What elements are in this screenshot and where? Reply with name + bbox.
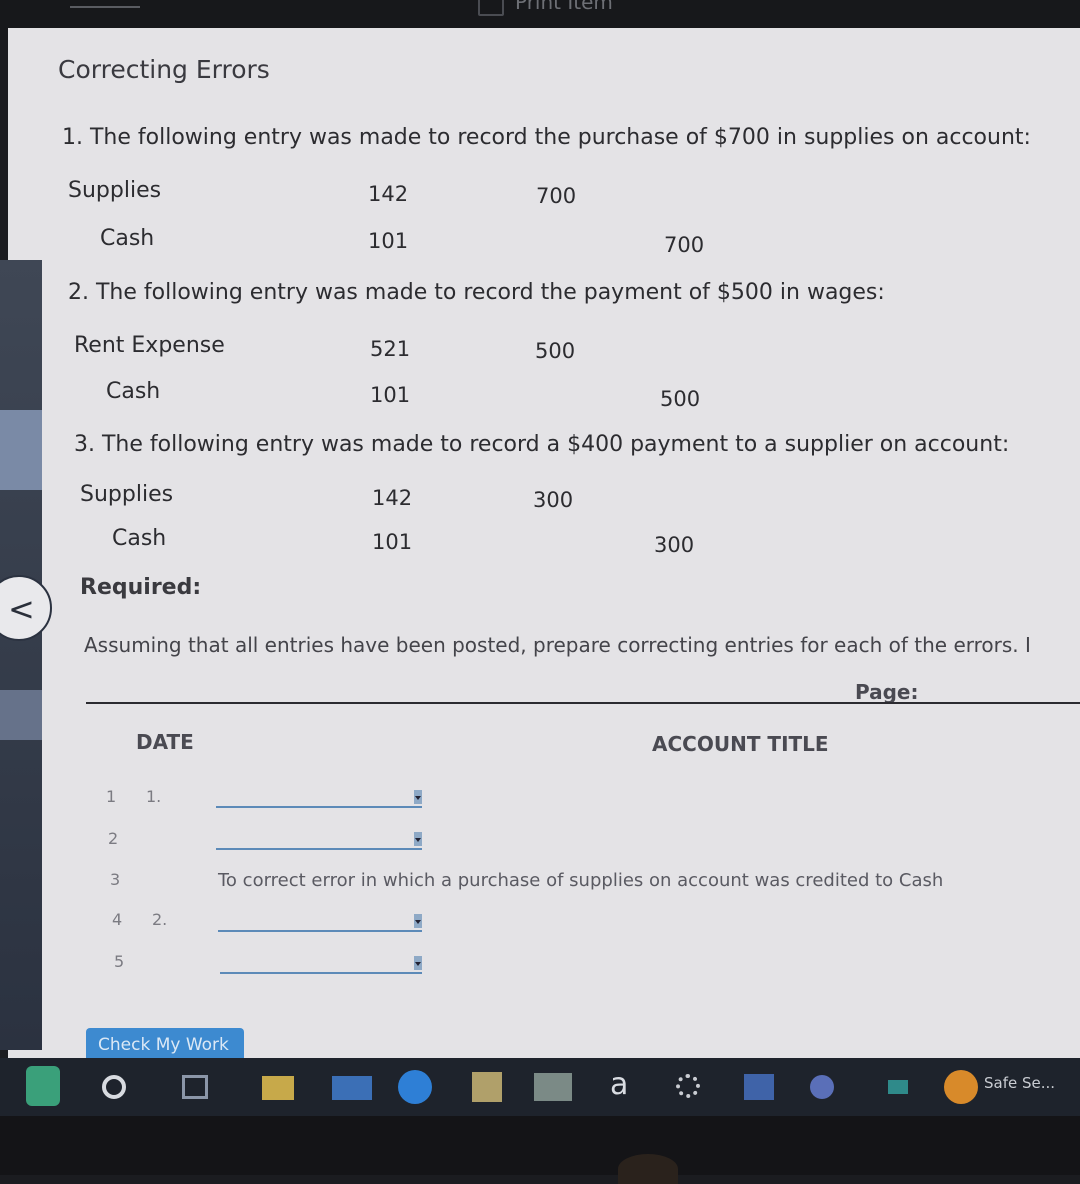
account-title-dropdown-5[interactable] [220,950,422,974]
app-icon[interactable] [26,1066,60,1106]
q1-debit-amount: 700 [536,184,577,208]
date-column-header: DATE [136,730,194,754]
q2-credit-account: Cash [106,379,161,404]
media-player-icon[interactable] [810,1075,834,1099]
journal-page-label: Page: [855,680,919,704]
printer-icon[interactable] [478,0,504,16]
account-title-dropdown-2[interactable] [216,826,422,850]
edge-icon[interactable] [398,1070,432,1104]
q1-credit-account: Cash [100,226,155,251]
settings-icon[interactable] [676,1074,700,1098]
windows-taskbar: a Safe Se... [0,1058,1080,1116]
q3-debit-account: Supplies [80,482,174,507]
assignment-screen [8,28,1080,1058]
q2-debit-account: Rent Expense [74,333,225,358]
cortana-icon[interactable] [102,1075,126,1099]
journal-row-number: 4 [112,910,123,929]
journal-row-number: 1 [106,787,117,806]
amazon-icon[interactable]: a [610,1070,632,1100]
monitor-bezel [0,1116,1080,1184]
q2-debit-ref: 521 [370,337,411,361]
task-view-icon[interactable] [182,1075,208,1099]
check-my-work-button[interactable]: Check My Work [86,1028,244,1058]
journal-explanation-note: To correct error in which a purchase of … [218,870,944,891]
chrome-tab-label: Safe Se... [984,1074,1056,1092]
q3-credit-amount: 300 [654,533,695,557]
q3-debit-ref: 142 [372,486,413,510]
question-3-text: 3. The following entry was made to recor… [74,432,1010,457]
question-2-text: 2. The following entry was made to recor… [68,280,885,305]
required-heading: Required: [80,575,202,600]
account-title-column-header: ACCOUNT TITLE [652,732,829,756]
left-sidebar [0,260,42,1050]
q2-credit-ref: 101 [370,383,411,407]
journal-row-date: 1. [146,787,162,806]
q3-debit-amount: 300 [533,488,574,512]
page-title: Correcting Errors [58,55,270,84]
q1-credit-ref: 101 [368,229,409,253]
q2-debit-amount: 500 [535,339,576,363]
account-title-dropdown-1[interactable] [216,784,422,808]
hp-logo [618,1154,678,1184]
q3-credit-ref: 101 [372,530,413,554]
journal-row-date: 2. [152,910,168,929]
store-icon[interactable] [472,1072,502,1102]
sidebar-highlight-lower [0,690,42,740]
q1-debit-account: Supplies [68,178,162,203]
chevron-down-icon [414,790,422,804]
keyboard-icon[interactable] [888,1080,908,1094]
photos-icon[interactable] [744,1074,774,1100]
chevron-left-icon: < [8,590,35,628]
q3-credit-account: Cash [112,526,167,551]
chevron-down-icon [414,914,422,928]
q1-credit-amount: 700 [664,233,705,257]
chevron-down-icon [414,832,422,846]
chevron-down-icon [414,956,422,970]
mail-icon[interactable] [332,1076,372,1100]
question-1-text: 1. The following entry was made to recor… [62,125,1031,150]
journal-divider [86,702,1080,704]
q2-credit-amount: 500 [660,387,701,411]
account-title-dropdown-4[interactable] [218,908,422,932]
sidebar-highlight [0,410,42,490]
journal-row-number: 5 [114,952,125,971]
tripadvisor-icon[interactable] [534,1073,572,1101]
journal-row-number: 2 [108,829,119,848]
journal-row-number: 3 [110,870,121,889]
tab-indicator [70,0,140,8]
instruction-text: Assuming that all entries have been post… [84,633,1031,657]
q1-debit-ref: 142 [368,182,409,206]
file-explorer-icon[interactable] [262,1076,294,1100]
chrome-icon[interactable] [944,1070,978,1104]
print-item-label[interactable]: Print Item [515,0,613,14]
